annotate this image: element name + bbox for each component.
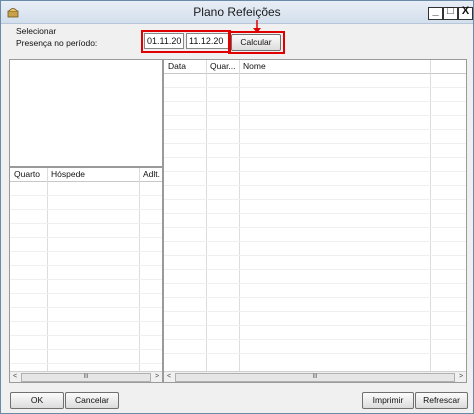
meal-plan-grid[interactable]: Data Quar... Nome < III >	[163, 59, 467, 383]
row-line	[164, 101, 466, 102]
minimize-icon: _	[432, 5, 439, 17]
calculate-highlight-box	[228, 31, 285, 54]
column-divider	[139, 168, 140, 372]
scroll-right-icon[interactable]: >	[456, 372, 466, 382]
column-header-room[interactable]: Quar...	[210, 61, 236, 71]
column-header-room[interactable]: Quarto	[14, 169, 40, 179]
column-header-date[interactable]: Data	[168, 61, 186, 71]
scroll-thumb[interactable]: III	[21, 373, 151, 382]
column-header-adults[interactable]: Adlt.	[143, 169, 160, 179]
title-bar[interactable]: Plano Refeições _ □ X	[1, 1, 473, 24]
arrow-down-icon	[253, 20, 261, 33]
row-line	[10, 237, 162, 238]
row-line	[164, 129, 466, 130]
row-line	[10, 307, 162, 308]
row-line	[164, 297, 466, 298]
scroll-left-icon[interactable]: <	[164, 372, 174, 382]
maximize-button[interactable]: □	[443, 5, 458, 20]
row-line	[10, 279, 162, 280]
row-line	[10, 195, 162, 196]
close-button[interactable]: X	[458, 5, 473, 20]
row-line	[164, 353, 466, 354]
row-line	[164, 199, 466, 200]
minimize-button[interactable]: _	[428, 5, 443, 20]
column-header-guest[interactable]: Hóspede	[51, 169, 85, 179]
row-line	[164, 255, 466, 256]
ok-button[interactable]: OK	[10, 392, 64, 409]
horizontal-scrollbar[interactable]: < III >	[10, 371, 162, 382]
row-line	[164, 157, 466, 158]
row-line	[164, 115, 466, 116]
upper-left-panel	[9, 59, 163, 167]
row-line	[164, 325, 466, 326]
period-label: Presença no período:	[16, 38, 98, 48]
row-line	[164, 311, 466, 312]
row-line	[10, 321, 162, 322]
refresh-button[interactable]: Refrescar	[415, 392, 468, 409]
date-highlight-box	[141, 30, 231, 53]
grid-header: Data Quar... Nome	[164, 60, 466, 74]
row-line	[164, 339, 466, 340]
row-line	[10, 349, 162, 350]
row-line	[164, 87, 466, 88]
row-line	[10, 363, 162, 364]
row-line	[164, 143, 466, 144]
row-line	[164, 269, 466, 270]
select-group-label: Selecionar	[16, 26, 57, 36]
row-line	[10, 251, 162, 252]
scroll-left-icon[interactable]: <	[10, 372, 20, 382]
row-line	[164, 241, 466, 242]
row-line	[10, 265, 162, 266]
window-title: Plano Refeições	[193, 5, 281, 19]
row-line	[164, 283, 466, 284]
scroll-right-icon[interactable]: >	[152, 372, 162, 382]
cancel-button[interactable]: Cancelar	[65, 392, 119, 409]
print-button[interactable]: Imprimir	[362, 392, 414, 409]
row-line	[164, 171, 466, 172]
row-line	[10, 209, 162, 210]
row-line	[10, 335, 162, 336]
room-guest-grid[interactable]: Quarto Hóspede Adlt. < III >	[9, 167, 163, 383]
row-line	[10, 293, 162, 294]
row-line	[164, 213, 466, 214]
plano-refeicoes-window: Plano Refeições _ □ X Selecionar Presenç…	[0, 0, 474, 414]
close-icon: X	[461, 5, 470, 17]
row-line	[164, 185, 466, 186]
maximize-icon: □	[447, 5, 454, 17]
horizontal-scrollbar[interactable]: < III >	[164, 371, 466, 382]
column-header-name[interactable]: Nome	[243, 61, 266, 71]
row-line	[10, 223, 162, 224]
scroll-thumb[interactable]: III	[175, 373, 455, 382]
column-divider	[47, 168, 48, 372]
row-line	[164, 227, 466, 228]
